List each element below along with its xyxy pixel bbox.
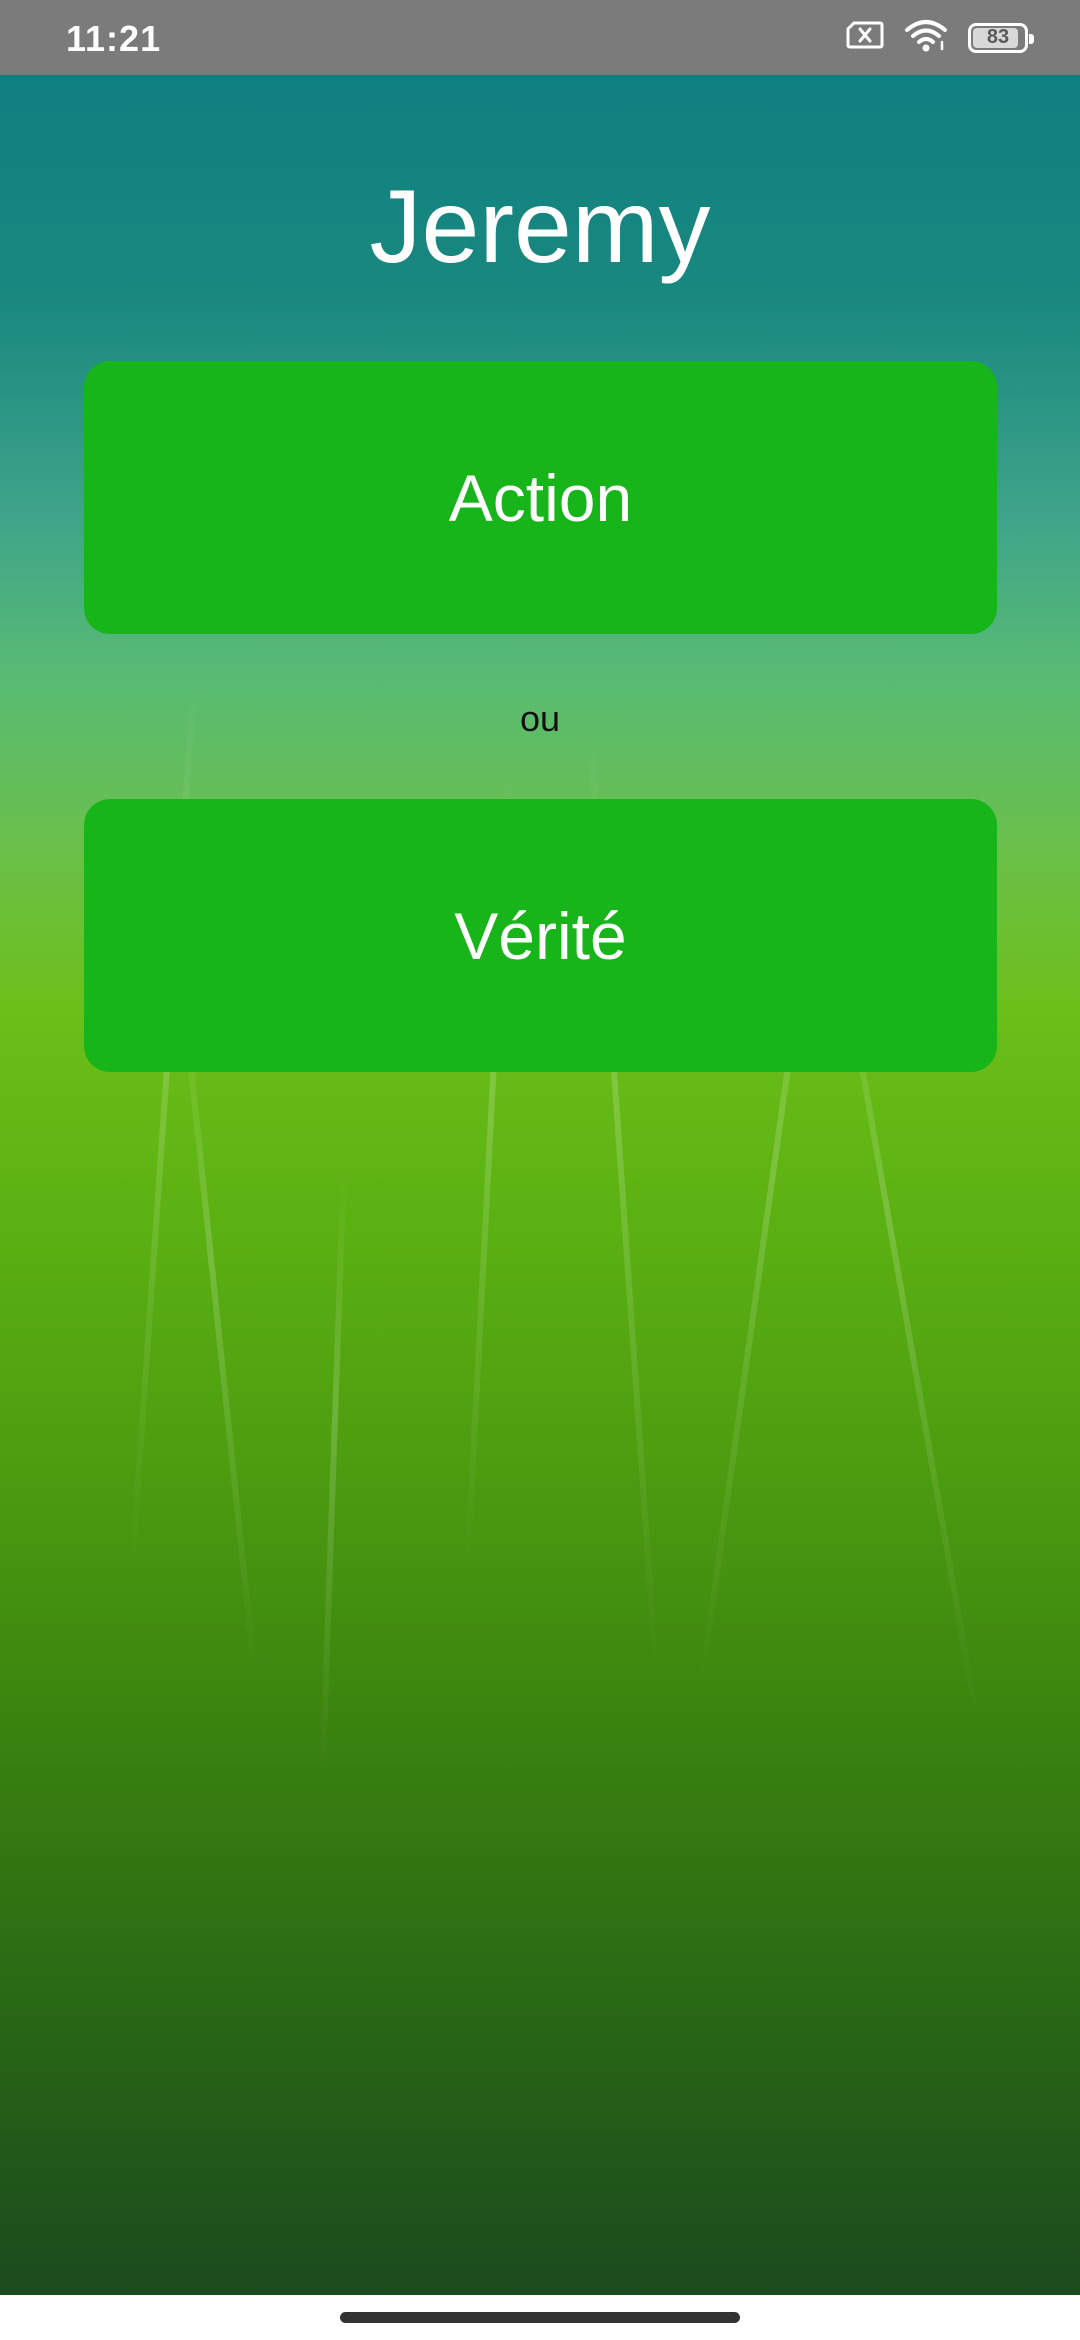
wifi-icon — [904, 18, 948, 57]
grass-streak — [178, 976, 258, 1674]
action-button[interactable]: Action — [84, 361, 997, 634]
or-separator-text: ou — [519, 698, 561, 739]
grass-streak — [319, 1175, 347, 1775]
battery-icon: 83 — [968, 22, 1034, 53]
status-bar: 11:21 83 — [0, 0, 1080, 75]
status-icons: 83 — [846, 18, 1034, 57]
player-name-title: Jeremy — [369, 169, 711, 285]
battery-level-text: 83 — [986, 26, 1010, 48]
truth-button[interactable]: Vérité — [84, 799, 997, 1072]
app-screen: 11:21 83 Jeremy Action ou Vérité — [0, 0, 1080, 2340]
status-time: 11:21 — [66, 18, 162, 59]
home-gesture-handle[interactable] — [340, 2312, 740, 2323]
sim-card-x-icon — [846, 21, 884, 54]
